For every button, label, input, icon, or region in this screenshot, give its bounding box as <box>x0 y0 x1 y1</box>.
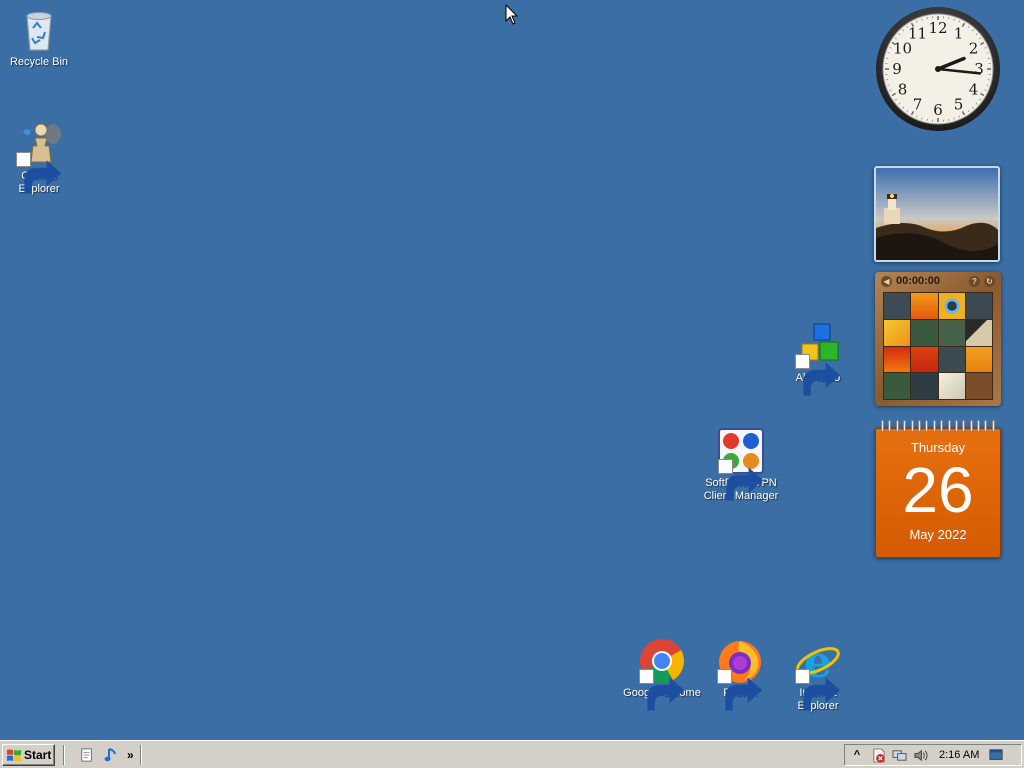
clock-numeral: 5 <box>954 96 964 114</box>
taskbar-separator <box>139 744 142 765</box>
desktop-icon-games-explorer[interactable]: Games Explorer <box>0 120 79 196</box>
desktop-icon-recycle-bin[interactable]: Recycle Bin <box>0 6 79 69</box>
clock-numeral: 3 <box>974 60 984 78</box>
puzzle-tile[interactable] <box>911 319 938 346</box>
tray-clock[interactable]: 2:16 AM <box>939 749 979 761</box>
puzzle-tile[interactable] <box>884 319 911 346</box>
puzzle-tile[interactable] <box>884 293 911 319</box>
tray-expand-icon[interactable]: ^ <box>849 747 865 763</box>
slideshow-gadget[interactable] <box>874 166 1000 262</box>
shortcut-arrow-icon <box>718 459 764 501</box>
network-icon[interactable] <box>891 747 907 763</box>
start-button[interactable]: Start <box>2 743 55 766</box>
clock-numeral: 11 <box>908 24 927 42</box>
all-radio-icon <box>794 322 842 396</box>
puzzle-tile[interactable] <box>884 346 911 373</box>
puzzle-tile[interactable] <box>965 346 992 373</box>
clock-numeral: 4 <box>969 81 979 99</box>
windows-flag-icon <box>7 749 21 761</box>
calendar-rings <box>881 420 995 434</box>
softether-vpn-icon <box>717 427 765 501</box>
clock-numeral: 12 <box>928 19 947 37</box>
start-label: Start <box>24 747 52 762</box>
clock-numeral: 2 <box>969 40 979 58</box>
desktop-icon-all-radio[interactable]: All-Radio <box>778 322 858 396</box>
firefox-icon <box>716 637 764 711</box>
calendar-month-year: May 2022 <box>909 527 967 542</box>
system-tray: ^ 2:16 AM <box>844 744 1022 766</box>
clock-numeral: 8 <box>898 81 908 99</box>
puzzle-tile[interactable] <box>911 373 938 399</box>
clock-gadget[interactable]: 12 1 2 3 4 5 6 7 8 9 10 11 <box>874 6 1002 134</box>
taskbar-separator <box>63 744 65 765</box>
puzzle-tile[interactable] <box>911 293 938 319</box>
mouse-cursor-icon <box>505 4 519 25</box>
pause-icon[interactable]: ◀ <box>881 275 892 287</box>
puzzle-timer: 00:00:00 <box>896 275 941 287</box>
calendar-day-number: 26 <box>902 454 974 526</box>
media-player-icon[interactable] <box>102 746 120 764</box>
desktop-icon-google-chrome[interactable]: Google Chrome <box>622 637 702 711</box>
puzzle-tile[interactable] <box>884 373 911 399</box>
shortcut-arrow-icon <box>795 354 841 396</box>
clock-numeral: 9 <box>892 60 902 78</box>
puzzle-tile-empty[interactable] <box>965 373 992 399</box>
picture-puzzle-gadget[interactable]: ◀ 00:00:00 ? ↻ <box>875 272 1001 406</box>
calendar-day-name: Thursday <box>910 440 966 455</box>
show-desktop-icon[interactable] <box>78 746 96 764</box>
chrome-icon <box>638 637 686 711</box>
puzzle-tile[interactable] <box>938 293 965 319</box>
recycle-bin-label: Recycle Bin <box>9 56 69 68</box>
puzzle-tile[interactable] <box>911 346 938 373</box>
shortcut-arrow-icon <box>795 669 841 711</box>
lighthouse-photo <box>876 168 998 260</box>
puzzle-tile[interactable] <box>965 319 992 346</box>
puzzle-tile[interactable] <box>938 346 965 373</box>
desktop-icon-internet-explorer[interactable]: e Internet Explorer <box>778 637 858 713</box>
question-icon[interactable]: ? <box>969 275 980 287</box>
games-explorer-icon <box>15 120 63 194</box>
security-alert-icon[interactable] <box>870 747 886 763</box>
quicklaunch-chevron[interactable]: » <box>127 748 134 762</box>
shortcut-arrow-icon <box>717 669 763 711</box>
clock-numeral: 1 <box>954 24 964 42</box>
puzzle-tile[interactable] <box>938 373 965 399</box>
analog-clock-face: 12 1234567891011 <box>876 7 1000 131</box>
shuffle-icon[interactable]: ↻ <box>984 275 995 287</box>
calendar-gadget[interactable]: Thursday 26 May 2022 <box>875 420 1001 558</box>
desktop-icon-softether-vpn[interactable]: SoftEther VPN Client Manager <box>700 427 782 503</box>
internet-explorer-icon: e <box>794 637 842 711</box>
puzzle-grid[interactable] <box>883 292 993 400</box>
shortcut-arrow-icon <box>639 669 685 711</box>
desktop-icon-firefox[interactable]: Firefox <box>700 637 780 711</box>
clock-numeral: 7 <box>913 96 923 114</box>
puzzle-tile[interactable] <box>965 293 992 319</box>
shortcut-arrow-icon <box>16 152 62 194</box>
taskbar: Start » ^ 2:16 AM <box>0 740 1024 768</box>
puzzle-tile[interactable] <box>938 319 965 346</box>
show-desktop-tray-icon[interactable] <box>988 747 1004 763</box>
clock-numeral: 6 <box>933 101 943 119</box>
volume-icon[interactable] <box>912 747 928 763</box>
recycle-bin-icon <box>15 6 63 54</box>
